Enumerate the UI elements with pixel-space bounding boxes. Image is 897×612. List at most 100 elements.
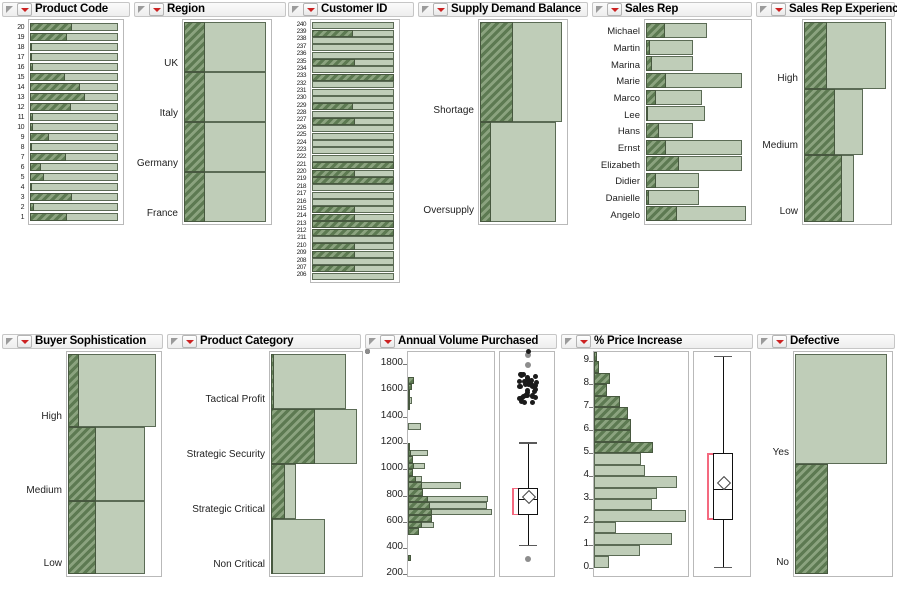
bar-total[interactable] xyxy=(312,184,394,192)
bar-total[interactable] xyxy=(646,56,693,72)
histogram-bin[interactable] xyxy=(594,521,617,534)
bar-total[interactable] xyxy=(30,202,118,212)
bar-selected[interactable] xyxy=(646,189,650,205)
bar-selected[interactable] xyxy=(804,155,842,222)
disclosure-triangle-icon[interactable] xyxy=(760,337,770,347)
red-dropdown-icon[interactable] xyxy=(149,3,164,16)
bar-total[interactable] xyxy=(312,22,394,30)
plot-area-sales-rep[interactable]: Michael Martin Marina Marie Marco Lee Hans Erns… xyxy=(592,17,752,227)
histogram-bin[interactable] xyxy=(594,453,641,465)
bar-selected[interactable] xyxy=(30,142,32,152)
data-point[interactable] xyxy=(365,349,370,354)
red-dropdown-icon[interactable] xyxy=(17,3,32,16)
plot-area-buyer-sophistication[interactable]: High Medium Low xyxy=(2,349,163,579)
bar-total[interactable] xyxy=(312,272,394,280)
panel-header-sales-rep[interactable]: Sales Rep xyxy=(592,2,752,17)
data-point[interactable] xyxy=(516,395,522,401)
bar-selected[interactable] xyxy=(312,29,353,37)
bar-selected[interactable] xyxy=(30,52,32,62)
data-point[interactable] xyxy=(533,373,539,379)
bar-selected[interactable] xyxy=(30,32,67,42)
histogram-bin[interactable] xyxy=(408,423,421,430)
disclosure-triangle-icon[interactable] xyxy=(595,5,605,15)
histogram-bin[interactable] xyxy=(594,464,645,477)
panel-supply-demand-balance[interactable]: Supply Demand Balance Shortage Oversupply xyxy=(418,2,588,227)
bar-total[interactable] xyxy=(312,44,394,52)
panel-header-region[interactable]: Region xyxy=(134,2,286,17)
bar-selected[interactable] xyxy=(312,169,355,177)
bar-selected[interactable] xyxy=(271,409,315,464)
red-dropdown-icon[interactable] xyxy=(576,335,591,348)
bar-selected[interactable] xyxy=(312,206,355,214)
panel-percent-price-increase[interactable]: % Price Increase 9 8 7 6 5 4 3 2 1 0 xyxy=(561,334,753,579)
histogram-bin-selected[interactable] xyxy=(594,407,629,419)
bar-total[interactable] xyxy=(312,110,394,118)
bar-total[interactable] xyxy=(312,147,394,155)
bar-selected[interactable] xyxy=(480,122,491,222)
bar-selected[interactable] xyxy=(68,500,97,574)
plot-area-region[interactable]: UK Italy Germany France xyxy=(134,17,286,227)
bar-selected[interactable] xyxy=(30,172,45,182)
bar-total[interactable] xyxy=(312,199,394,207)
bar-total[interactable] xyxy=(30,42,118,52)
histogram-bin-selected[interactable] xyxy=(408,502,431,509)
bar-selected[interactable] xyxy=(795,464,829,574)
histogram-bin-selected[interactable] xyxy=(594,372,610,385)
bar-total[interactable] xyxy=(68,354,156,428)
bar-total[interactable] xyxy=(312,66,394,74)
panel-header-product-category[interactable]: Product Category xyxy=(167,334,361,349)
bar-selected[interactable] xyxy=(271,464,286,519)
histogram-bin-selected[interactable] xyxy=(594,441,653,454)
disclosure-triangle-icon[interactable] xyxy=(5,5,15,15)
histogram-bin[interactable] xyxy=(594,510,686,522)
disclosure-triangle-icon[interactable] xyxy=(759,5,769,15)
bar-selected[interactable] xyxy=(646,172,656,188)
bar-selected[interactable] xyxy=(646,106,649,122)
histogram-bin-selected[interactable] xyxy=(408,377,414,384)
bar-selected[interactable] xyxy=(271,354,274,409)
bar-total[interactable] xyxy=(271,354,347,409)
panel-sales-rep[interactable]: Sales Rep Michael Martin Marina Marie Marco L… xyxy=(592,2,752,227)
bar-total[interactable] xyxy=(30,112,118,122)
histogram-bin-selected[interactable] xyxy=(408,475,416,483)
bar-selected[interactable] xyxy=(312,162,394,170)
bar-selected[interactable] xyxy=(312,243,355,251)
bar-total[interactable] xyxy=(312,81,394,89)
histogram-bin-selected[interactable] xyxy=(408,462,415,470)
panel-header-supply-demand-balance[interactable]: Supply Demand Balance xyxy=(418,2,588,17)
bar-selected[interactable] xyxy=(30,122,33,132)
panel-header-buyer-sophistication[interactable]: Buyer Sophistication xyxy=(2,334,163,349)
bar-selected[interactable] xyxy=(30,162,42,172)
bar-total[interactable] xyxy=(30,162,118,172)
histogram-bin-selected[interactable] xyxy=(594,430,631,442)
data-point[interactable] xyxy=(517,383,523,389)
disclosure-triangle-icon[interactable] xyxy=(5,337,15,347)
bar-selected[interactable] xyxy=(646,72,666,88)
histogram-bin-selected[interactable] xyxy=(594,361,599,373)
bar-selected[interactable] xyxy=(271,519,273,574)
red-dropdown-icon[interactable] xyxy=(772,335,787,348)
bar-total[interactable] xyxy=(795,354,887,464)
bar-selected[interactable] xyxy=(184,72,206,122)
histogram-bin[interactable] xyxy=(594,556,609,568)
red-dropdown-icon[interactable] xyxy=(380,335,395,348)
bar-selected[interactable] xyxy=(30,82,81,92)
disclosure-triangle-icon[interactable] xyxy=(137,5,147,15)
panel-header-sales-rep-experience[interactable]: Sales Rep Experience xyxy=(756,2,897,17)
bar-total[interactable] xyxy=(312,95,394,103)
red-dropdown-icon[interactable] xyxy=(607,3,622,16)
bar-selected[interactable] xyxy=(312,213,355,221)
bar-selected[interactable] xyxy=(312,176,394,184)
histogram-bin[interactable] xyxy=(594,533,673,545)
histogram-bin[interactable] xyxy=(594,498,652,511)
bar-selected[interactable] xyxy=(646,89,656,105)
histogram-bin-selected[interactable] xyxy=(408,488,424,496)
histogram-bin-selected[interactable] xyxy=(594,352,597,362)
data-point[interactable] xyxy=(523,381,529,387)
plot-area-annual-volume-purchased[interactable]: 1800 1600 1400 1200 1000 800 600 400 200 xyxy=(365,349,557,579)
bar-total[interactable] xyxy=(312,36,394,44)
bar-selected[interactable] xyxy=(646,39,651,55)
panel-customer-id[interactable]: Customer ID 240 239 238 237 236 235 234 233 232 2… xyxy=(288,2,414,285)
plot-area-defective[interactable]: Yes No xyxy=(757,349,895,579)
data-point[interactable] xyxy=(529,399,535,405)
